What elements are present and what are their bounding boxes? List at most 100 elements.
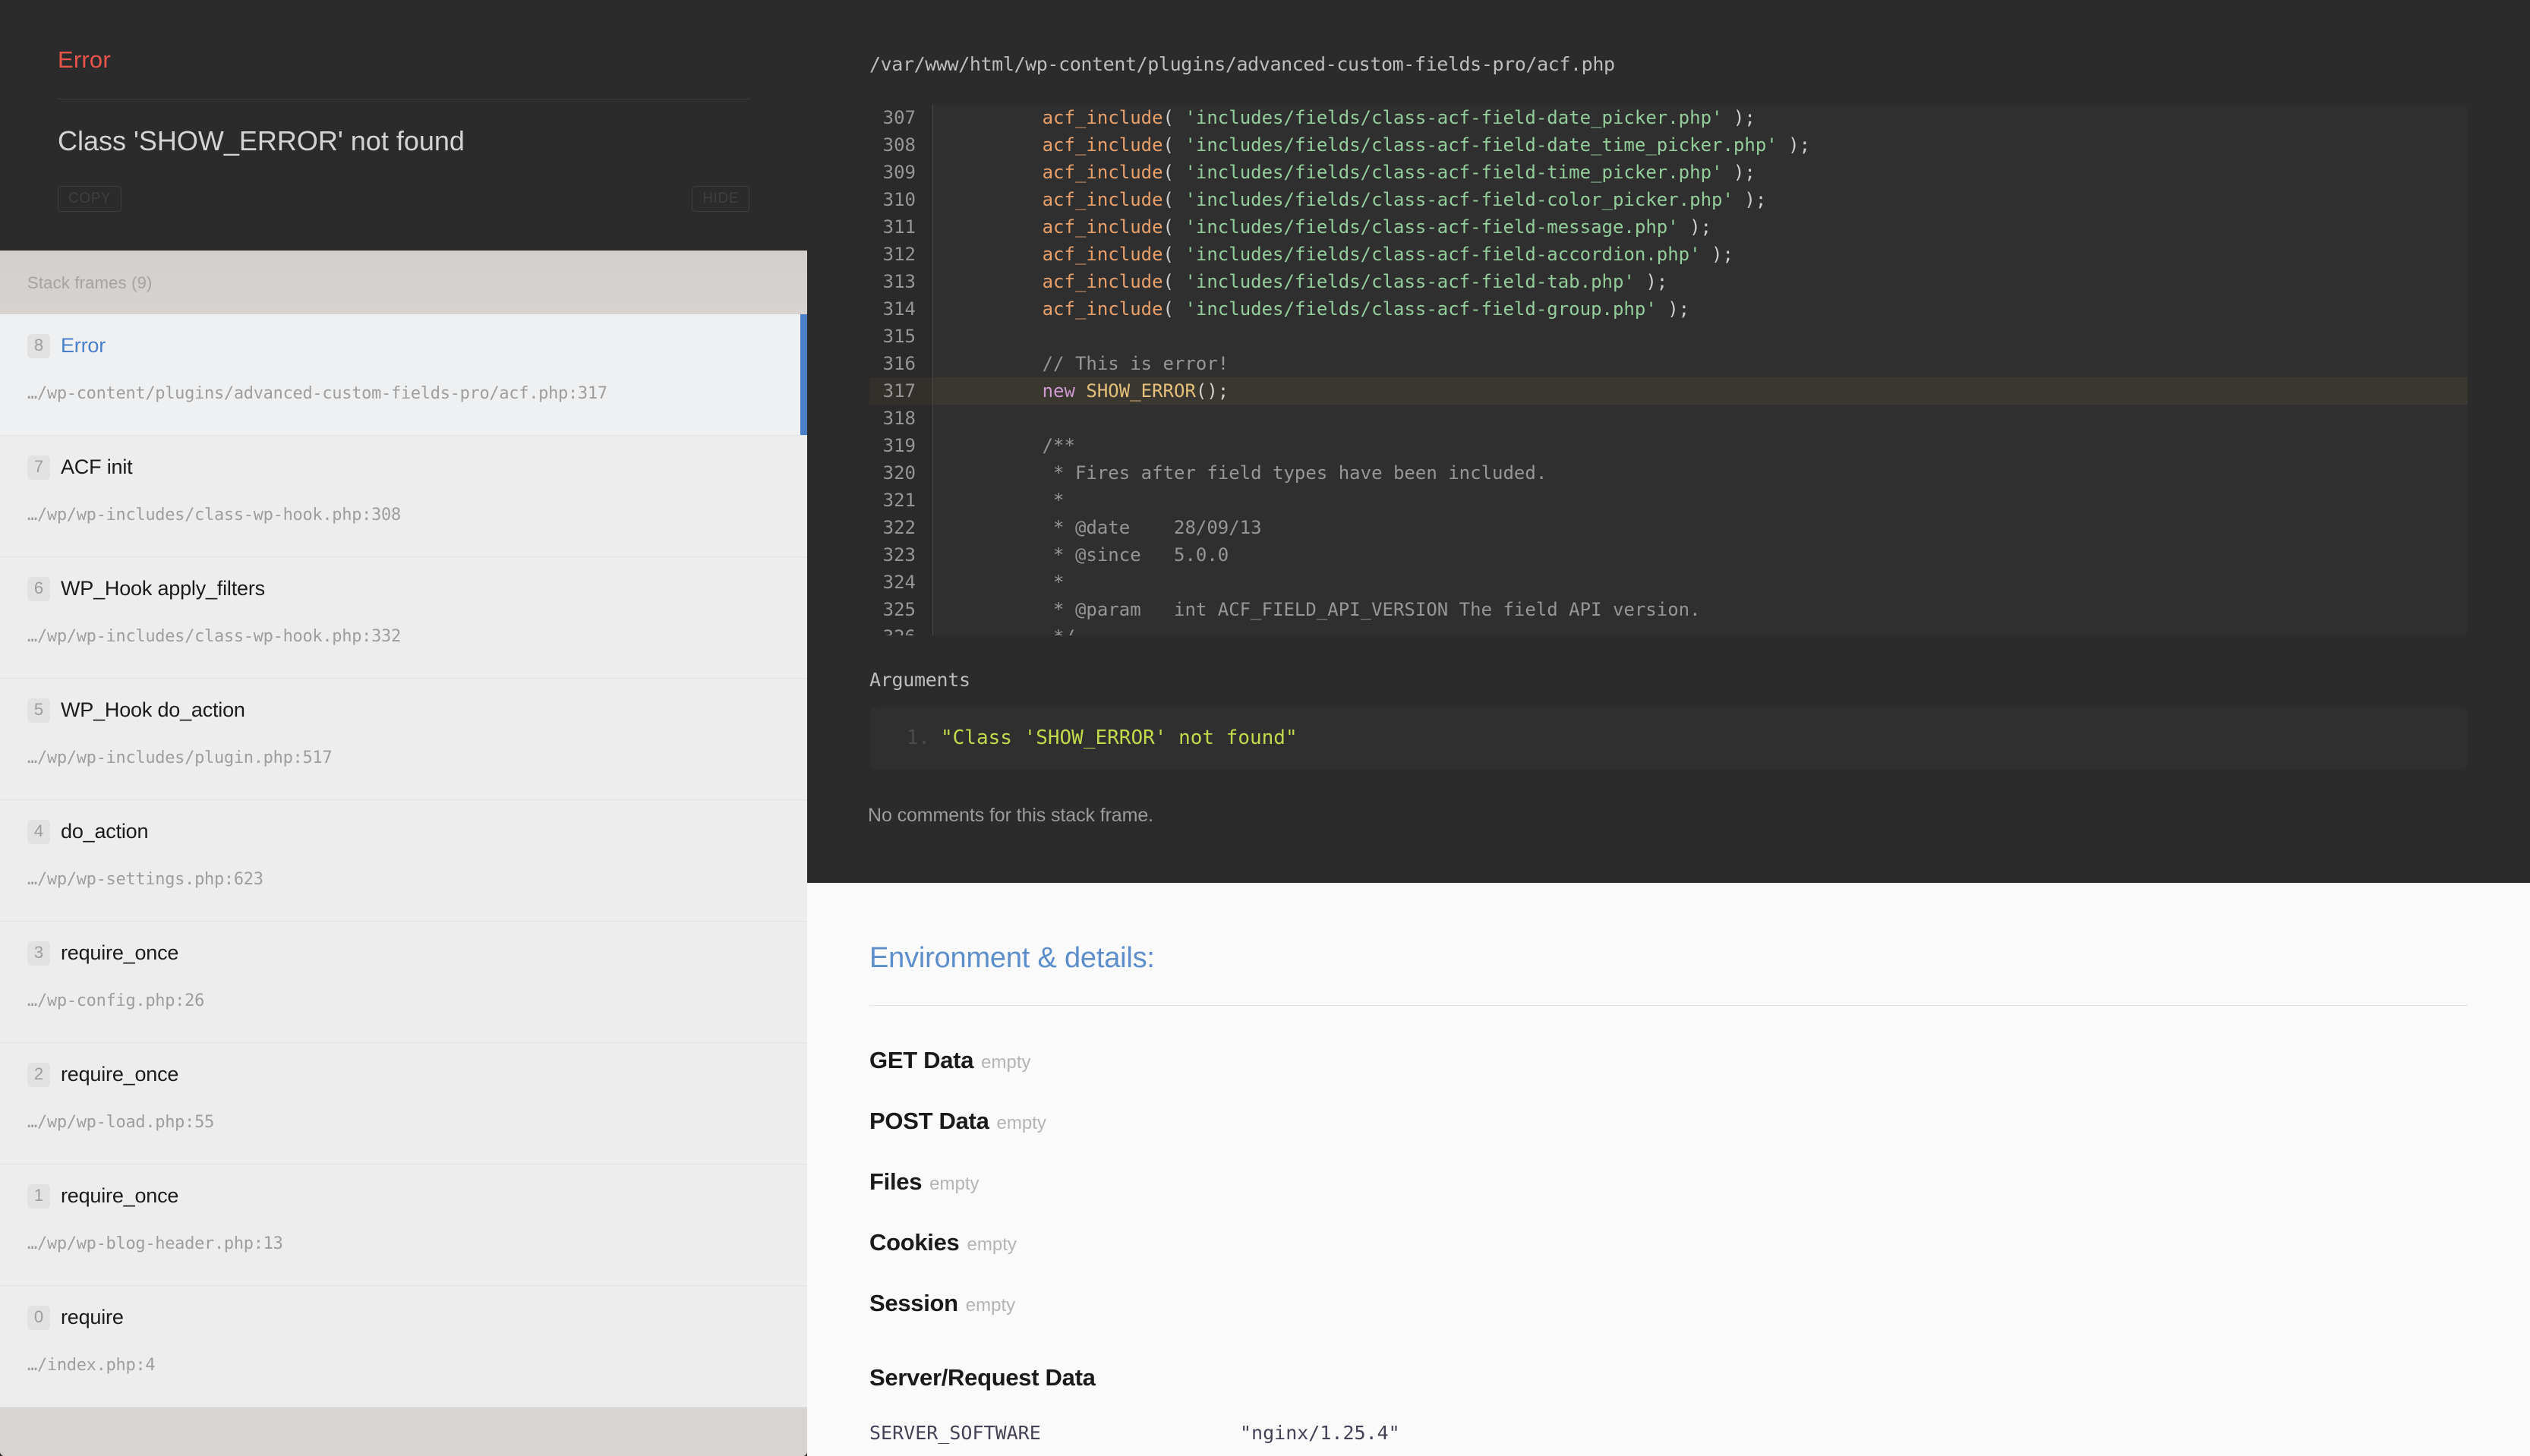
argument-value: "Class 'SHOW_ERROR' not found" <box>941 724 1298 752</box>
code-token <box>954 544 1053 566</box>
stack-frames-label: Stack frames (9) <box>0 251 807 314</box>
hide-button[interactable]: HIDE <box>692 186 749 212</box>
frame-file: …/wp/wp-includes/plugin.php:517 <box>27 748 780 767</box>
code-line-number: 313 <box>869 268 933 295</box>
right-panel: /var/www/html/wp-content/plugins/advance… <box>807 0 2530 1456</box>
code-line-source: // This is error! <box>933 350 2468 377</box>
code-token: 'includes/fields/class-acf-field-color_p… <box>1185 189 1733 210</box>
env-state: empty <box>981 1052 1030 1073</box>
frame-header: 5WP_Hook do_action <box>27 698 780 723</box>
code-line-323: 323 * @since 5.0.0 <box>869 541 2468 569</box>
code-line-number: 311 <box>869 213 933 241</box>
frame-file: …/wp/wp-includes/class-wp-hook.php:332 <box>27 627 780 646</box>
code-line-source: */ <box>933 623 2468 635</box>
env-state: empty <box>967 1234 1017 1255</box>
server-data-key: SERVER_SOFTWARE <box>869 1417 1240 1449</box>
code-token: ( <box>1163 271 1185 292</box>
frame-file: …/wp/wp-includes/class-wp-hook.php:308 <box>27 506 780 525</box>
frame-header: 1require_once <box>27 1184 780 1209</box>
code-line-310: 310 acf_include( 'includes/fields/class-… <box>869 186 2468 213</box>
stack-frame-6[interactable]: 6WP_Hook apply_filters…/wp/wp-includes/c… <box>0 557 807 679</box>
copy-button[interactable]: COPY <box>58 186 121 212</box>
code-token: ( <box>1163 162 1185 183</box>
code-line-number: 308 <box>869 131 933 159</box>
code-viewer[interactable]: 307 acf_include( 'includes/fields/class-… <box>869 104 2468 635</box>
code-line-number: 323 <box>869 541 933 569</box>
stack-frame-2[interactable]: 2require_once…/wp/wp-load.php:55 <box>0 1043 807 1164</box>
env-state: empty <box>966 1295 1015 1316</box>
code-token: ); <box>1657 298 1689 320</box>
code-line-number: 318 <box>869 405 933 432</box>
exception-summary: Error Class 'SHOW_ERROR' not found COPY … <box>0 0 807 251</box>
code-line-number: 314 <box>869 295 933 323</box>
environment-section: Environment & details: GET DataemptyPOST… <box>807 883 2530 1456</box>
code-token <box>954 462 1053 484</box>
code-line-314: 314 acf_include( 'includes/fields/class-… <box>869 295 2468 323</box>
code-line-number: 315 <box>869 323 933 350</box>
server-data-row: REQUEST_URI"/" <box>869 1449 2468 1456</box>
code-line-308: 308 acf_include( 'includes/fields/class-… <box>869 131 2468 159</box>
env-block-cookies: Cookiesempty <box>869 1229 2468 1256</box>
stack-frame-4[interactable]: 4do_action…/wp/wp-settings.php:623 <box>0 800 807 922</box>
code-line-321: 321 * <box>869 487 2468 514</box>
code-token: * <box>1053 572 1064 593</box>
stack-frames-list[interactable]: 8Error…/wp-content/plugins/advanced-cust… <box>0 314 807 1456</box>
whoops-error-page: Error Class 'SHOW_ERROR' not found COPY … <box>0 0 2530 1456</box>
code-token: ); <box>1679 216 1711 238</box>
code-line-309: 309 acf_include( 'includes/fields/class-… <box>869 159 2468 186</box>
server-data-label: Server/Request Data <box>869 1364 1096 1391</box>
stack-frame-0[interactable]: 0require…/index.php:4 <box>0 1286 807 1407</box>
code-line-source: * @param int ACF_FIELD_API_VERSION The f… <box>933 596 2468 623</box>
code-token: // This is error! <box>1043 353 1229 374</box>
code-token <box>954 134 1043 156</box>
exception-actions: COPY HIDE <box>58 186 749 212</box>
frame-index: 3 <box>27 941 50 966</box>
stack-frame-3[interactable]: 3require_once…/wp-config.php:26 <box>0 922 807 1043</box>
stack-frame-7[interactable]: 7ACF init…/wp/wp-includes/class-wp-hook.… <box>0 436 807 557</box>
env-label: Session <box>869 1290 958 1316</box>
code-token <box>954 380 1043 402</box>
code-token <box>954 162 1043 183</box>
frame-function: WP_Hook do_action <box>61 699 245 722</box>
code-token: acf_include <box>1043 162 1163 183</box>
code-token <box>954 599 1053 620</box>
exception-type: Error <box>58 47 749 73</box>
env-label: Files <box>869 1168 922 1195</box>
code-line-source: * Fires after field types have been incl… <box>933 459 2468 487</box>
env-block-get-data: GET Dataempty <box>869 1047 2468 1074</box>
stack-frame-5[interactable]: 5WP_Hook do_action …/wp/wp-includes/plugi… <box>0 679 807 800</box>
code-line-source: acf_include( 'includes/fields/class-acf-… <box>933 213 2468 241</box>
frame-index: 1 <box>27 1184 50 1209</box>
code-token: ( <box>1163 298 1185 320</box>
code-token <box>954 626 1053 635</box>
environment-blocks: GET DataemptyPOST DataemptyFilesemptyCoo… <box>869 1047 2468 1317</box>
code-token: ); <box>1701 244 1733 265</box>
frame-header: 8Error <box>27 334 780 358</box>
stack-frame-8[interactable]: 8Error…/wp-content/plugins/advanced-cust… <box>0 314 807 436</box>
code-token: new <box>1043 380 1075 402</box>
frame-function: ACF init <box>61 456 132 479</box>
argument-row: 1."Class 'SHOW_ERROR' not found" <box>869 724 2468 752</box>
environment-divider <box>869 1005 2468 1006</box>
code-line-source: acf_include( 'includes/fields/class-acf-… <box>933 295 2468 323</box>
stack-frame-1[interactable]: 1require_once…/wp/wp-blog-header.php:13 <box>0 1164 807 1286</box>
code-token: * @param int ACF_FIELD_API_VERSION The f… <box>1053 599 1701 620</box>
frame-detail: /var/www/html/wp-content/plugins/advance… <box>807 0 2530 883</box>
code-token: ); <box>1778 134 1810 156</box>
code-line-source: /** <box>933 432 2468 459</box>
code-token: */ <box>1053 626 1075 635</box>
frame-function: do_action <box>61 821 148 843</box>
code-token: * <box>1053 490 1064 511</box>
code-token: SHOW_ERROR <box>1086 380 1196 402</box>
code-token: acf_include <box>1043 216 1163 238</box>
code-token: acf_include <box>1043 298 1163 320</box>
frame-function: require_once <box>61 1064 178 1086</box>
code-token: * Fires after field types have been incl… <box>1053 462 1547 484</box>
server-data-value: "nginx/1.25.4" <box>1240 1417 1400 1449</box>
code-token: 'includes/fields/class-acf-field-date_ti… <box>1185 134 1777 156</box>
code-token <box>954 216 1043 238</box>
code-line-source: * <box>933 569 2468 596</box>
code-line-source <box>933 323 2468 350</box>
code-token: ); <box>1722 107 1755 128</box>
code-line-number: 317 <box>869 377 933 405</box>
